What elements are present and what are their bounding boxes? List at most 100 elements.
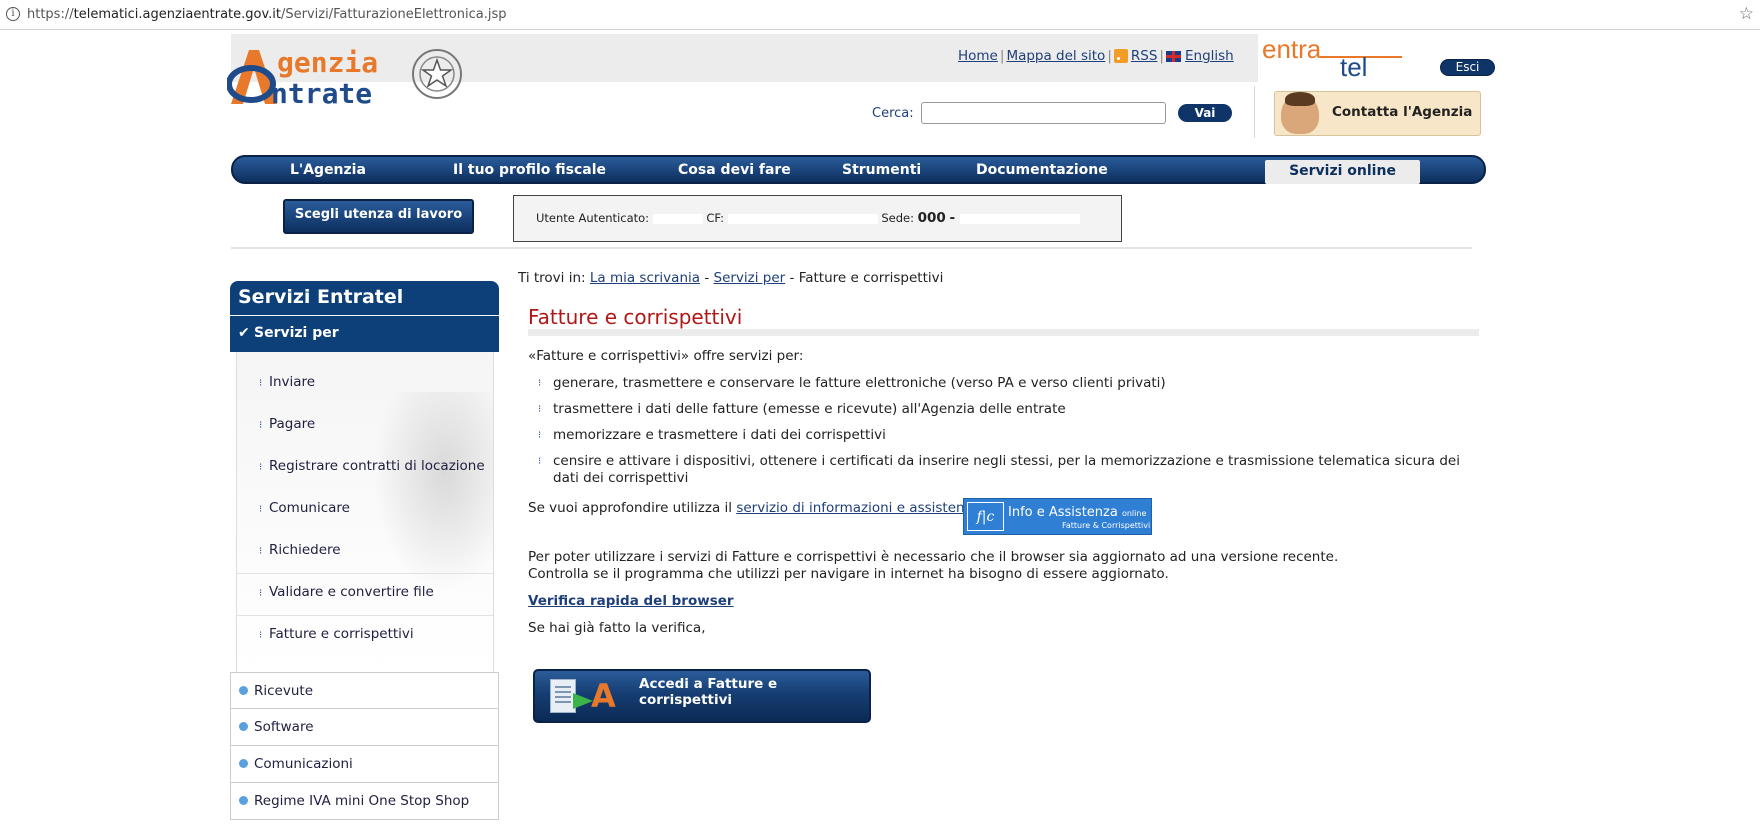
contact-agency-button[interactable]: Contatta l'Agenzia: [1274, 91, 1481, 136]
bullet-icon: ⁝: [259, 420, 263, 431]
sidebar-sub-richiedere[interactable]: ⁝ Richiedere: [259, 542, 341, 558]
uk-flag-icon: [1165, 50, 1181, 62]
redacted-office: [959, 213, 1080, 224]
sidebar-item-comunicazioni[interactable]: Comunicazioni: [230, 746, 499, 783]
bullet-dot-icon: [239, 722, 248, 731]
content-body: «Fatture e corrispettivi» offre servizi …: [528, 348, 1478, 496]
info-assistenza-banner[interactable]: f|c Info e Assistenza online Fatture & C…: [963, 498, 1152, 535]
bullet-dot-icon: [239, 759, 248, 768]
cf-label: CF:: [706, 211, 725, 225]
logo-text-top: genzia: [277, 46, 379, 79]
sidebar-sub-registrare[interactable]: ⁝ Registrare contratti di locazione: [259, 458, 485, 474]
rss-icon: [1113, 49, 1128, 63]
bullet-icon: ⁝: [538, 430, 542, 441]
sede-label: Sede:: [881, 211, 914, 225]
browser-check-link[interactable]: Verifica rapida del browser: [528, 593, 734, 609]
info-text-row: Se vuoi approfondire utilizza il servizi…: [528, 500, 980, 516]
list-item: ⁝ memorizzare e trasmettere i dati dei co…: [538, 427, 886, 443]
republic-emblem-icon: [412, 49, 462, 99]
bullet-icon: ⁝: [538, 404, 542, 415]
bookmark-star-icon[interactable]: ☆: [1739, 4, 1754, 24]
access-fatture-label: Accedi a Fatture e corrispettivi: [639, 676, 778, 708]
bullet-icon: ⁝: [538, 378, 542, 389]
title-rule: [528, 329, 1479, 336]
arrow-icon: [573, 693, 593, 709]
nav-cosa-devi-fare[interactable]: Cosa devi fare: [678, 162, 791, 178]
rss-link[interactable]: RSS: [1131, 48, 1158, 64]
access-fatture-button[interactable]: A Accedi a Fatture e corrispettivi: [533, 669, 871, 723]
info-assistenza-link[interactable]: servizio di informazioni e assistenza: [736, 500, 980, 516]
list-item: ⁝ generare, trasmettere e conservare le f…: [538, 375, 1166, 391]
divider: [237, 573, 493, 574]
browser-notice: Per poter utilizzare i servizi di Fattur…: [528, 549, 1339, 582]
contact-agency-label: Contatta l'Agenzia: [1332, 104, 1473, 120]
bullet-icon: ⁝: [259, 504, 263, 515]
logo-a-icon: [227, 50, 277, 104]
bullet-icon: ⁝: [259, 546, 263, 557]
sidebar-active-label: Servizi per: [254, 325, 339, 341]
logout-button[interactable]: Esci: [1440, 59, 1495, 76]
sidebar-sub-validare[interactable]: ⁝ Validare e convertire file: [259, 584, 434, 600]
authenticated-user-box: Utente Autenticato: CF: Sede: 000 -: [513, 195, 1122, 242]
sidebar-submenu: ⁝ Inviare ⁝ Pagare ⁝ Registrare contratti d…: [236, 352, 494, 672]
bullet-icon: ⁝: [259, 630, 263, 641]
search-input[interactable]: [921, 102, 1166, 124]
page-title: Fatture e corrispettivi: [528, 305, 743, 329]
nav-strumenti[interactable]: Strumenti: [842, 162, 921, 178]
breadcrumb-current: Fatture e corrispettivi: [798, 270, 944, 286]
breadcrumb: Ti trovi in: La mia scrivania - Servizi …: [518, 270, 944, 286]
sitemap-link[interactable]: Mappa del sito: [1006, 48, 1105, 64]
nav-profilo-fiscale[interactable]: Il tuo profilo fiscale: [453, 162, 606, 178]
sidebar-sub-fatture[interactable]: ⁝ Fatture e corrispettivi: [259, 626, 414, 642]
list-item: ⁝ trasmettere i dati delle fatture (emess…: [538, 401, 1066, 417]
info-icon[interactable]: i: [6, 7, 20, 21]
sidebar-title: Servizi Entratel: [230, 281, 499, 315]
redacted-cf: [727, 213, 878, 224]
breadcrumb-scrivania-link[interactable]: La mia scrivania: [590, 270, 700, 286]
sidebar-sub-pagare[interactable]: ⁝ Pagare: [259, 416, 315, 432]
bullet-icon: ⁝: [259, 588, 263, 599]
home-link[interactable]: Home: [958, 48, 998, 64]
sidebar-item-software[interactable]: Software: [230, 709, 499, 746]
bullet-icon: ⁝: [538, 456, 542, 467]
nav-servizi-online[interactable]: Servizi online: [1265, 160, 1420, 184]
bullet-dot-icon: [239, 686, 248, 695]
nav-documentazione[interactable]: Documentazione: [976, 162, 1108, 178]
sidebar-sub-comunicare[interactable]: ⁝ Comunicare: [259, 500, 350, 516]
url-text[interactable]: https://telematici.agenziaentrate.gov.it…: [27, 7, 507, 22]
sidebar-list: Ricevute Software Comunicazioni Regime I…: [230, 672, 499, 820]
sidebar-item-regime-iva[interactable]: Regime IVA mini One Stop Shop: [230, 783, 499, 820]
english-link[interactable]: English: [1185, 48, 1234, 64]
search-label: Cerca:: [872, 106, 914, 121]
entratel-text-1: entra: [1262, 34, 1322, 64]
sede-value: 000: [917, 210, 946, 226]
services-list: ⁝ generare, trasmettere e conservare le f…: [528, 375, 1478, 487]
top-links: Home | Mappa del sito | RSS | English: [958, 48, 1234, 64]
breadcrumb-servizi-link[interactable]: Servizi per: [714, 270, 786, 286]
bullet-dot-icon: [239, 796, 248, 805]
address-bar[interactable]: i https://telematici.agenziaentrate.gov.…: [0, 0, 1760, 30]
divider: [231, 247, 1472, 249]
sidebar-item-servizi-per[interactable]: ✔ Servizi per: [230, 316, 499, 352]
fc-logo-icon: f|c: [967, 502, 1004, 531]
already-checked-text: Se hai già fatto la verifica,: [528, 620, 706, 636]
sidebar-sub-inviare[interactable]: ⁝ Inviare: [259, 374, 315, 390]
nav-agenzia[interactable]: L'Agenzia: [290, 162, 366, 178]
main-nav: L'Agenzia Il tuo profilo fiscale Cosa de…: [231, 155, 1486, 184]
user-label: Utente Autenticato:: [536, 211, 650, 225]
logo-text-bottom: ntrate: [271, 77, 373, 110]
background-graphic: [373, 392, 493, 592]
bullet-icon: ⁝: [259, 462, 263, 473]
entratel-text-2: tel: [1340, 52, 1368, 82]
search-button[interactable]: Vai: [1178, 104, 1232, 122]
bullet-icon: ⁝: [259, 378, 263, 389]
list-item: ⁝ censire e attivare i dispositivi, otten…: [538, 453, 1460, 486]
sidebar-item-ricevute[interactable]: Ricevute: [230, 672, 499, 709]
check-icon: ✔: [238, 325, 250, 341]
divider: [237, 615, 493, 616]
header-divider: [1254, 86, 1255, 138]
choose-user-button[interactable]: Scegli utenza di lavoro: [283, 199, 474, 234]
intro-text: «Fatture e corrispettivi» offre servizi …: [528, 348, 804, 364]
agenzia-a-icon: A: [591, 677, 616, 715]
operator-avatar: [1281, 92, 1319, 134]
